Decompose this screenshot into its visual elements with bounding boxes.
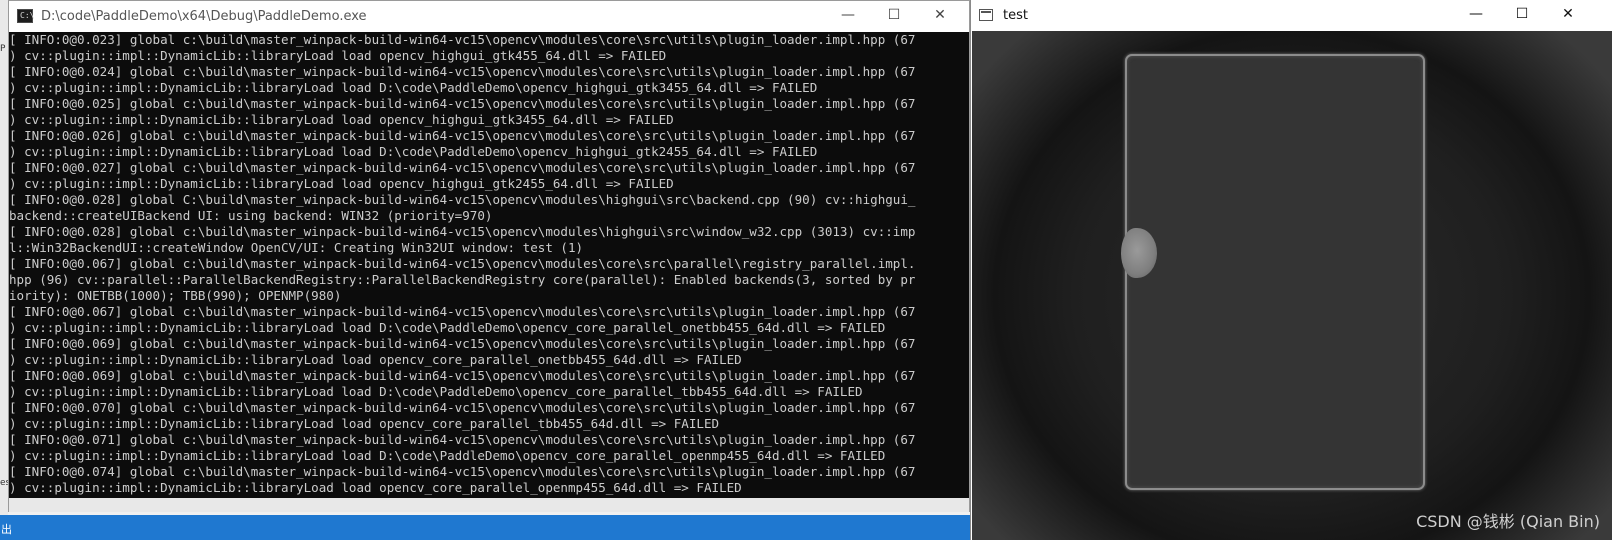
console-line: ) cv::plugin::impl::DynamicLib::libraryL… [9,176,674,191]
console-line: iority): ONETBB(1000); TBB(990); OPENMP(… [9,288,342,303]
console-window: C:\ D:\code\PaddleDemo\x64\Debug\PaddleD… [8,0,970,512]
console-line: hpp (96) cv::parallel::ParallelBackendRe… [9,272,916,287]
console-line: [ INFO:0@0.028] global c:\build\master_w… [9,224,916,239]
console-line: ) cv::plugin::impl::DynamicLib::libraryL… [9,352,742,367]
rectangular-panel [1125,54,1425,490]
taskbar-strip: 出 [0,515,970,540]
taskbar-label: 出 [1,523,12,536]
console-line: [ INFO:0@0.028] global C:\build\master_w… [9,192,916,207]
console-line: ) cv::plugin::impl::DynamicLib::libraryL… [9,448,886,463]
console-line: ) cv::plugin::impl::DynamicLib::libraryL… [9,48,667,63]
console-line: ) cv::plugin::impl::DynamicLib::libraryL… [9,80,818,95]
console-line: ) cv::plugin::impl::DynamicLib::libraryL… [9,416,720,431]
console-line: [ INFO:0@0.069] global c:\build\master_w… [9,336,916,351]
image-canvas: CSDN @钱彬 (Qian Bin) [972,31,1612,540]
console-line: ) cv::plugin::impl::DynamicLib::libraryL… [9,112,674,127]
maximize-button[interactable]: ☐ [871,1,917,32]
image-titlebar[interactable]: test — ☐ ✕ [971,0,1612,31]
close-button[interactable]: ✕ [1545,0,1591,31]
console-line: [ INFO:0@0.025] global c:\build\master_w… [9,96,916,111]
background-mark: P [0,44,6,54]
console-line: l::Win32BackendUI::createWindow OpenCV/U… [9,240,584,255]
close-button[interactable]: ✕ [917,1,963,32]
minimize-button[interactable]: — [825,1,871,32]
console-line: [ INFO:0@0.074] global c:\build\master_w… [9,464,916,479]
console-output[interactable]: [ INFO:0@0.023] global c:\build\master_w… [9,32,969,498]
console-line: ) cv::plugin::impl::DynamicLib::libraryL… [9,144,818,159]
console-line: [ INFO:0@0.069] global c:\build\master_w… [9,368,916,383]
maximize-button[interactable]: ☐ [1499,0,1545,31]
console-line: [ INFO:0@0.024] global c:\build\master_w… [9,64,916,79]
console-app-icon: C:\ [17,9,34,23]
console-line: [ INFO:0@0.070] global c:\build\master_w… [9,400,916,415]
console-line: [ INFO:0@0.067] global c:\build\master_w… [9,256,916,271]
horizontal-scrollbar[interactable] [9,498,969,512]
window-icon [979,9,993,21]
console-line: ) cv::plugin::impl::DynamicLib::libraryL… [9,480,742,495]
console-line: ) cv::plugin::impl::DynamicLib::libraryL… [9,384,863,399]
console-line: [ INFO:0@0.071] global c:\build\master_w… [9,432,916,447]
console-line: [ INFO:0@0.027] global c:\build\master_w… [9,160,916,175]
console-line: [ INFO:0@0.026] global c:\build\master_w… [9,128,916,143]
watermark: CSDN @钱彬 (Qian Bin) [1416,512,1600,531]
minimize-button[interactable]: — [1453,0,1499,31]
image-window-title: test [1003,8,1028,23]
console-line: [ INFO:0@0.023] global c:\build\master_w… [9,32,916,47]
console-line: ) cv::plugin::impl::DynamicLib::libraryL… [9,320,886,335]
console-window-title: D:\code\PaddleDemo\x64\Debug\PaddleDemo.… [41,9,367,24]
console-line: backend::createUIBackend UI: using backe… [9,208,493,223]
image-window: test — ☐ ✕ CSDN @钱彬 (Qian Bin) [970,0,1612,540]
background-app-edge: P es [0,0,10,540]
console-titlebar[interactable]: C:\ D:\code\PaddleDemo\x64\Debug\PaddleD… [9,1,969,32]
console-line: [ INFO:0@0.067] global c:\build\master_w… [9,304,916,319]
